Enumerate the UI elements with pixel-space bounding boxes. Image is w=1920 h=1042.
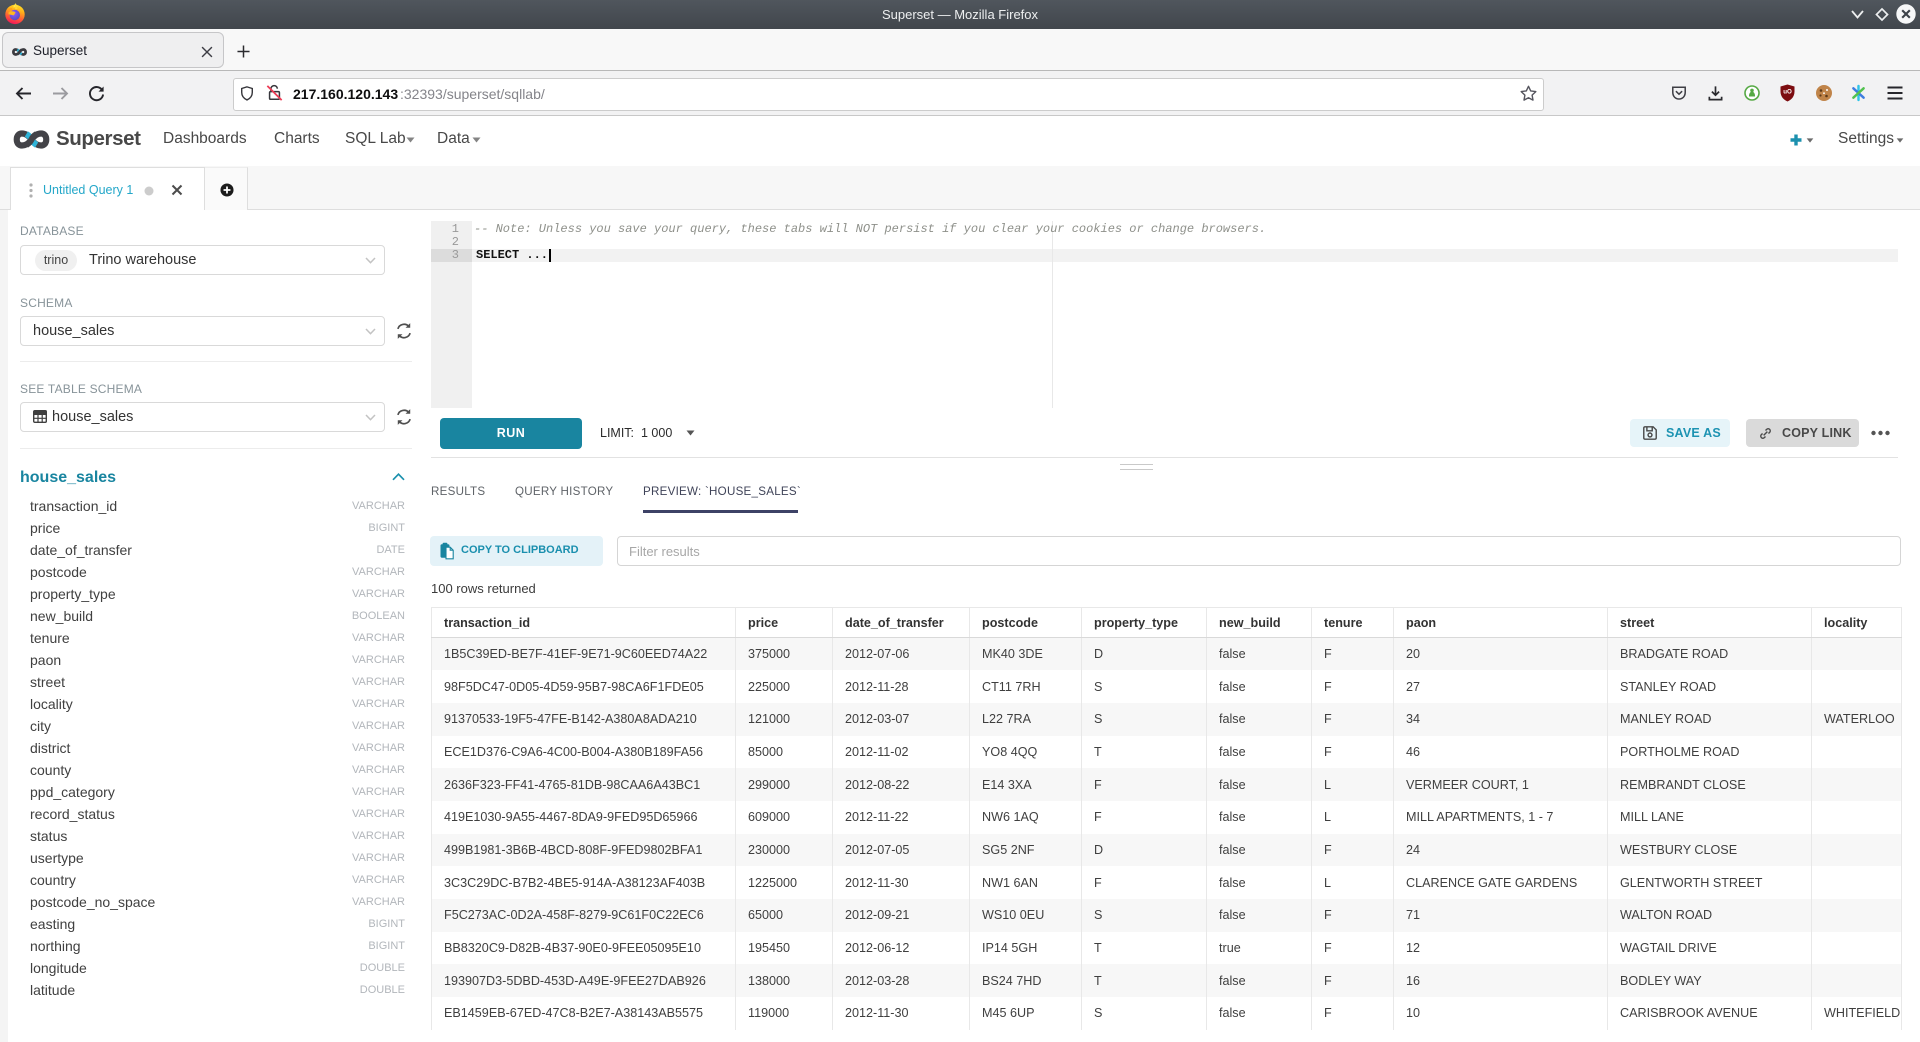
svg-text:uO: uO <box>1783 89 1792 96</box>
